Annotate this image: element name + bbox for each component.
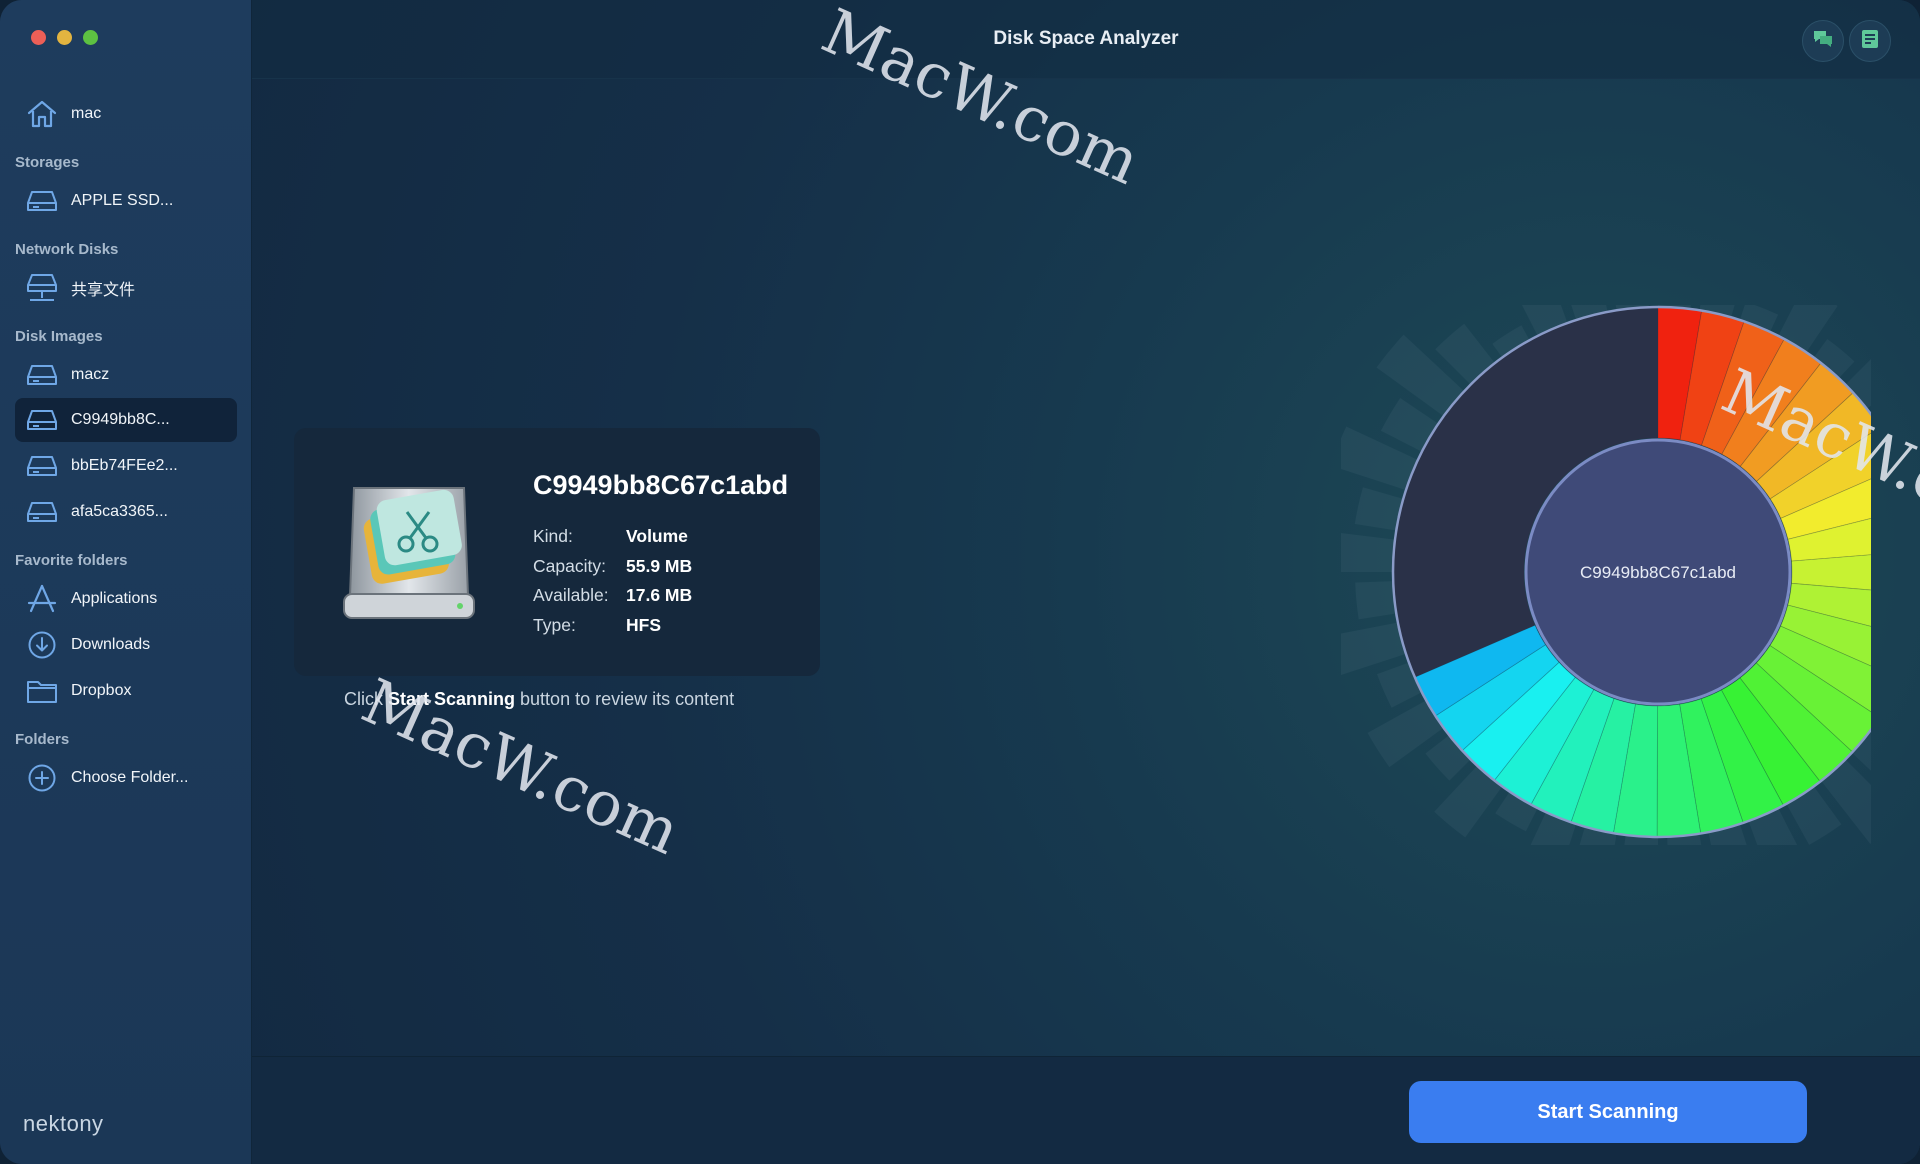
sunburst-svg: C9949bb8C67c1abd [1318, 249, 1920, 900]
sidebar-item-label: C9949bb8C... [71, 411, 170, 428]
kind-row: Kind: Volume [533, 522, 692, 552]
type-row: Type: HFS [533, 611, 692, 641]
section-title-favorite-folders: Favorite folders [15, 552, 128, 569]
minimize-window-button[interactable] [57, 30, 72, 45]
applications-icon [25, 582, 59, 616]
drive-icon [25, 449, 59, 483]
hint-prefix: Click [344, 689, 388, 709]
volume-info-card: C9949bb8C67c1abd Kind: Volume Capacity: … [294, 428, 820, 676]
sidebar: mac Storages APPLE SSD... Network Disks … [0, 0, 252, 1164]
disk-usage-sunburst: C9949bb8C67c1abd [1318, 249, 1920, 900]
sidebar-item-label: Dropbox [71, 682, 132, 699]
volume-properties: Kind: Volume Capacity: 55.9 MB Available… [533, 522, 692, 640]
section-title-disk-images: Disk Images [15, 328, 103, 345]
kind-value: Volume [626, 526, 688, 547]
drive-icon [25, 358, 59, 392]
background-ray [1318, 530, 1395, 572]
capacity-label: Capacity: [533, 555, 606, 576]
available-row: Available: 17.6 MB [533, 581, 692, 611]
hint-suffix: button to review its content [515, 689, 735, 709]
capacity-value: 55.9 MB [626, 555, 693, 576]
downloads-icon [25, 628, 59, 662]
chat-bubbles-icon [1811, 28, 1835, 55]
brand-logo: nektony [23, 1111, 104, 1136]
section-title-network-disks: Network Disks [15, 241, 119, 258]
disk-image-icon [334, 478, 484, 628]
sidebar-item-home[interactable]: mac [15, 92, 237, 136]
drive-icon [25, 184, 59, 218]
maximize-window-button[interactable] [83, 30, 98, 45]
sidebar-item-bbeb74fee2[interactable]: bbEb74FEe2... [15, 444, 237, 488]
hint-emphasis: Start Scanning [388, 689, 516, 709]
scan-hint: Click Start Scanning button to review it… [344, 689, 734, 710]
sidebar-item-dropbox[interactable]: Dropbox [15, 669, 237, 713]
main-area: Disk Space Analyzer C9949bb8C67c1abd Kin… [252, 0, 1920, 1164]
sidebar-item-label: bbEb74FEe2... [71, 457, 178, 474]
sidebar-item-choose-folder[interactable]: Choose Folder... [15, 756, 237, 800]
section-title-storages: Storages [15, 154, 80, 171]
sidebar-item-apple-ssd[interactable]: APPLE SSD... [15, 179, 237, 223]
type-label: Type: [533, 614, 576, 635]
available-label: Available: [533, 585, 609, 606]
network-drive-icon [25, 271, 59, 305]
sidebar-item-label: macz [71, 366, 110, 383]
background-ray [1355, 581, 1397, 620]
background-ray [1354, 487, 1404, 531]
sidebar-item-macz[interactable]: macz [15, 353, 237, 397]
kind-label: Kind: [533, 526, 573, 547]
volume-name: C9949bb8C67c1abd [533, 470, 789, 500]
sidebar-item-label: Applications [71, 590, 158, 607]
title-bar: Disk Space Analyzer [252, 0, 1920, 79]
sidebar-item-shared-files[interactable]: 共享文件 [15, 266, 237, 310]
folder-icon [25, 674, 59, 708]
plus-circle-icon [25, 761, 59, 795]
home-icon [25, 97, 59, 131]
sidebar-item-label: 共享文件 [71, 282, 136, 299]
report-icon [1859, 28, 1881, 55]
drive-icon [25, 403, 59, 437]
close-window-button[interactable] [31, 30, 46, 45]
bottom-bar: Start Scanning [252, 1056, 1920, 1164]
sidebar-item-label: mac [71, 105, 102, 122]
start-scanning-button[interactable]: Start Scanning [1409, 1081, 1807, 1143]
sidebar-item-afa5ca3365[interactable]: afa5ca3365... [15, 490, 237, 534]
window-controls [31, 30, 98, 45]
drive-icon [25, 495, 59, 529]
sidebar-item-label: afa5ca3365... [71, 503, 168, 520]
app-window: mac Storages APPLE SSD... Network Disks … [0, 0, 1920, 1164]
type-value: HFS [626, 614, 661, 635]
sidebar-item-c9949bb8c[interactable]: C9949bb8C... [15, 398, 237, 442]
available-value: 17.6 MB [626, 585, 693, 606]
center-label: C9949bb8C67c1abd [1580, 563, 1736, 582]
sidebar-item-downloads[interactable]: Downloads [15, 623, 237, 667]
section-title-folders: Folders [15, 731, 70, 748]
report-button[interactable] [1849, 20, 1891, 62]
capacity-row: Capacity: 55.9 MB [533, 552, 692, 582]
sidebar-item-label: Downloads [71, 636, 151, 653]
feedback-button[interactable] [1802, 20, 1844, 62]
sidebar-item-applications[interactable]: Applications [15, 577, 237, 621]
window-title: Disk Space Analyzer [993, 28, 1179, 49]
sidebar-item-label: APPLE SSD... [71, 192, 174, 209]
sidebar-item-label: Choose Folder... [71, 769, 189, 786]
